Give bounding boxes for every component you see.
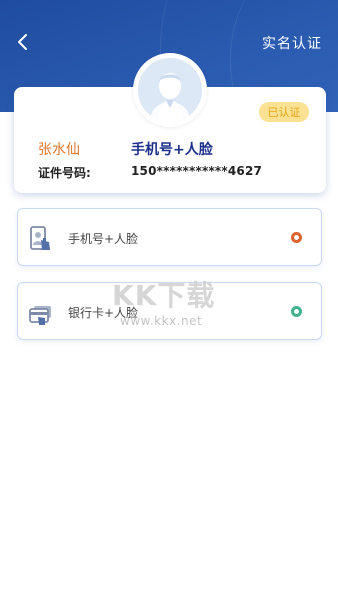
phone-face-icon xyxy=(30,226,50,250)
bank-card-icon xyxy=(29,306,51,325)
user-name: 张水仙 xyxy=(38,142,80,158)
radio-button[interactable] xyxy=(291,232,302,243)
status-badge: 已认证 xyxy=(259,102,309,122)
user-avatar-icon xyxy=(138,58,202,122)
id-number-value: 150***********4627 xyxy=(131,164,263,178)
option-phone-face[interactable]: 手机号+人脸 xyxy=(17,208,322,266)
radio-button[interactable] xyxy=(291,306,302,317)
avatar xyxy=(133,53,207,127)
page-title: 实名认证 xyxy=(262,36,322,52)
id-number-label: 证件号码: xyxy=(38,166,91,180)
option-label: 手机号+人脸 xyxy=(68,232,139,246)
back-arrow-icon xyxy=(18,34,27,50)
auth-method: 手机号+人脸 xyxy=(131,142,213,158)
back-button[interactable] xyxy=(10,30,34,54)
watermark-url: www.kkx.net xyxy=(120,314,203,328)
watermark-text: KK下载 xyxy=(112,279,216,312)
watermark: KK下载 www.kkx.net xyxy=(112,274,232,334)
